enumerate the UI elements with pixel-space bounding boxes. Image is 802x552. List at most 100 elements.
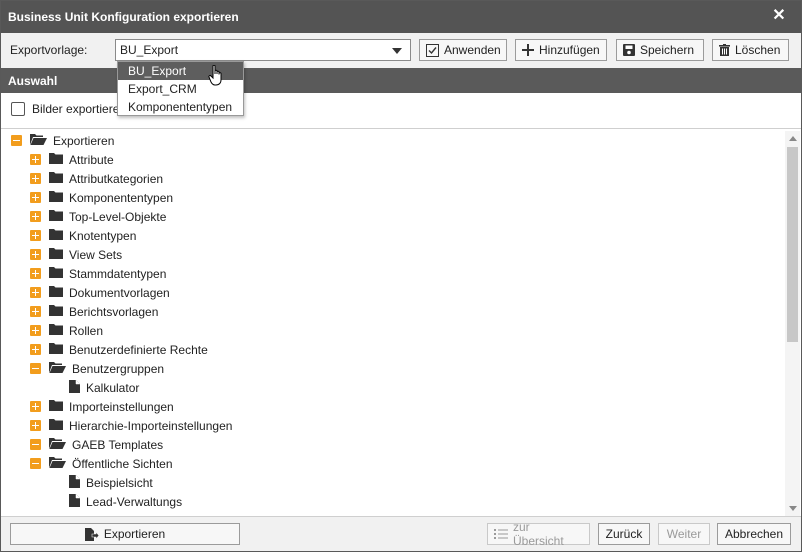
chevron-down-icon[interactable] (392, 48, 402, 54)
apply-button[interactable]: Anwenden (419, 39, 507, 61)
file-icon (69, 379, 80, 396)
title-bar: Business Unit Konfiguration exportieren … (1, 1, 801, 33)
template-label: Exportvorlage: (10, 43, 88, 57)
expand-icon[interactable] (30, 249, 41, 260)
scroll-up-icon[interactable] (789, 136, 797, 141)
collapse-icon[interactable] (11, 135, 22, 146)
template-dropdown-list: BU_Export Export_CRM Komponententypen (117, 61, 244, 116)
tree-node[interactable]: Benutzerdefinierte Rechte (30, 340, 208, 359)
tree-node[interactable]: Kalkulator (69, 378, 139, 397)
tree-node-label: Kalkulator (86, 380, 140, 395)
expand-icon[interactable] (30, 211, 41, 222)
check-square-icon (426, 43, 439, 57)
tree-node[interactable]: Knotentypen (30, 226, 136, 245)
folder-icon (49, 171, 63, 186)
tree-node-label: Dokumentvorlagen (69, 285, 170, 300)
export-images-row[interactable]: Bilder exportieren (11, 102, 126, 116)
tree-node[interactable]: GAEB Templates (30, 435, 163, 454)
folder-icon (49, 323, 63, 338)
file-icon (69, 474, 80, 491)
export-dialog: Business Unit Konfiguration exportieren … (0, 0, 802, 552)
scroll-thumb[interactable] (787, 147, 798, 342)
expand-icon[interactable] (30, 306, 41, 317)
tree-node[interactable]: Benutzergruppen (30, 359, 164, 378)
folder-icon (49, 190, 63, 205)
delete-label: Löschen (735, 43, 781, 57)
save-button[interactable]: Speichern (616, 39, 704, 61)
tree-node[interactable]: Beispielsicht (69, 473, 153, 492)
next-label: Weiter (666, 527, 702, 541)
folder-open-icon (49, 361, 66, 376)
tree-node[interactable]: Dokumentvorlagen (30, 283, 170, 302)
back-label: Zurück (605, 527, 643, 541)
expand-icon[interactable] (30, 154, 41, 165)
tree-node-label: Komponententypen (69, 190, 174, 205)
tree-node-label: Lead-Verwaltungs (86, 494, 183, 509)
tree-node-label: GAEB Templates (72, 437, 164, 452)
tree-node[interactable]: Attribute (30, 150, 114, 169)
tree-node[interactable]: Rollen (30, 321, 103, 340)
tree-scrollbar[interactable] (785, 131, 800, 516)
expand-icon[interactable] (30, 325, 41, 336)
tree-node-label: Benutzerdefinierte Rechte (69, 342, 208, 357)
expand-icon[interactable] (30, 420, 41, 431)
export-tree: Exportieren Attribute Attributkategorien Ko… (1, 131, 786, 516)
tree-node[interactable]: Attributkategorien (30, 169, 163, 188)
folder-icon (49, 342, 63, 357)
add-button[interactable]: Hinzufügen (515, 39, 607, 61)
collapse-icon[interactable] (30, 458, 41, 469)
expand-icon[interactable] (30, 287, 41, 298)
overview-button[interactable]: zur Übersicht (487, 520, 590, 548)
expand-icon[interactable] (30, 173, 41, 184)
tree-node-label: View Sets (69, 247, 123, 262)
folder-icon (49, 399, 63, 414)
delete-button[interactable]: Löschen (712, 39, 789, 61)
tree-node[interactable]: Lead-Verwaltungs (69, 492, 182, 511)
dropdown-option[interactable]: Export_CRM (118, 80, 243, 98)
folder-open-icon (49, 437, 66, 452)
dropdown-option[interactable]: BU_Export (118, 62, 243, 80)
folder-icon (49, 209, 63, 224)
folder-icon (49, 152, 63, 167)
export-button[interactable]: Exportieren (10, 523, 240, 545)
tree-node[interactable]: Berichtsvorlagen (30, 302, 158, 321)
floppy-icon (623, 44, 635, 56)
template-select[interactable]: BU_Export (115, 39, 411, 61)
dropdown-option[interactable]: Komponententypen (118, 98, 243, 116)
expand-icon[interactable] (30, 230, 41, 241)
back-button[interactable]: Zurück (598, 523, 650, 545)
dialog-title: Business Unit Konfiguration exportieren (8, 10, 239, 24)
folder-icon (49, 304, 63, 319)
export-images-checkbox[interactable] (11, 102, 25, 116)
tree-node[interactable]: Hierarchie-Importeinstellungen (30, 416, 232, 435)
tree-node[interactable]: Importeinstellungen (30, 397, 174, 416)
scroll-down-icon[interactable] (789, 506, 797, 511)
tree-node-label: Benutzergruppen (72, 361, 165, 376)
trash-icon (719, 44, 730, 56)
expand-icon[interactable] (30, 344, 41, 355)
tree-node-label: Rollen (69, 323, 104, 338)
divider (1, 128, 801, 129)
collapse-icon[interactable] (30, 363, 41, 374)
folder-open-icon (49, 456, 66, 471)
tree-node[interactable]: Exportieren (11, 131, 114, 150)
apply-label: Anwenden (444, 43, 501, 57)
tree-node[interactable]: Komponententypen (30, 188, 173, 207)
tree-node[interactable]: Öffentliche Sichten (30, 454, 173, 473)
cancel-button[interactable]: Abbrechen (717, 523, 791, 545)
folder-icon (49, 266, 63, 281)
folder-icon (49, 247, 63, 262)
tree-node-label: Stammdatentypen (69, 266, 167, 281)
close-icon[interactable]: ✕ (771, 8, 787, 24)
tree-node[interactable]: View Sets (30, 245, 122, 264)
tree-node[interactable]: Top-Level-Objekte (30, 207, 166, 226)
tree-node[interactable]: Stammdatentypen (30, 264, 166, 283)
collapse-icon[interactable] (30, 439, 41, 450)
next-button[interactable]: Weiter (658, 523, 710, 545)
tree-node-label: Top-Level-Objekte (69, 209, 167, 224)
save-label: Speichern (640, 43, 695, 57)
expand-icon[interactable] (30, 192, 41, 203)
expand-icon[interactable] (30, 401, 41, 412)
expand-icon[interactable] (30, 268, 41, 279)
tree-node-label: Berichtsvorlagen (69, 304, 159, 319)
